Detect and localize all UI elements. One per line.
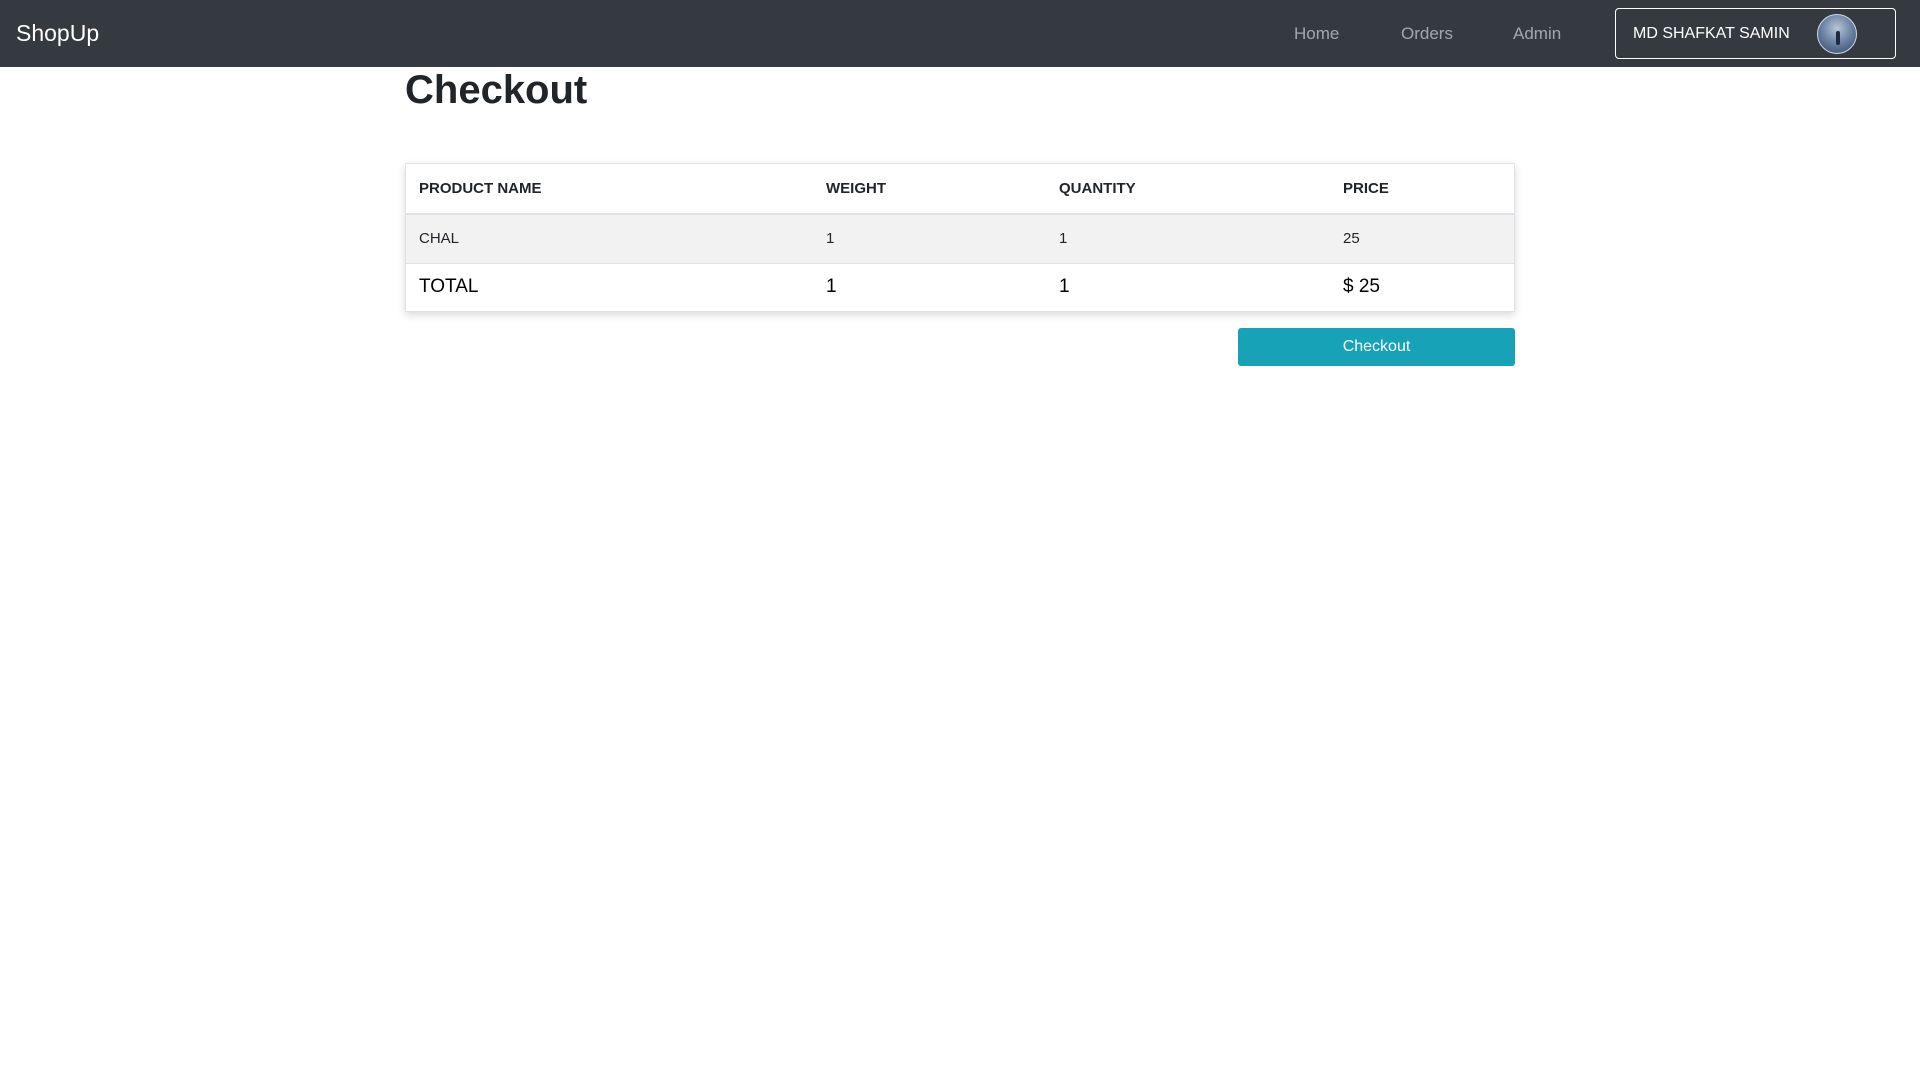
checkout-table: PRODUCT NAME WEIGHT QUANTITY PRICE CHAL … [406, 164, 1514, 311]
avatar [1817, 14, 1857, 54]
avatar-figure [1836, 31, 1840, 45]
column-header-price: PRICE [1343, 180, 1389, 197]
nav-link-orders[interactable]: Orders [1401, 24, 1453, 44]
checkout-table-card: PRODUCT NAME WEIGHT QUANTITY PRICE CHAL … [405, 163, 1515, 312]
total-quantity: 1 [1059, 276, 1070, 298]
total-weight: 1 [826, 276, 837, 298]
nav-link-admin[interactable]: Admin [1513, 24, 1561, 44]
quantity-cell: 1 [1059, 230, 1068, 248]
price-cell: 25 [1343, 230, 1360, 248]
table-header-row: PRODUCT NAME WEIGHT QUANTITY PRICE [406, 164, 1514, 214]
total-label: TOTAL [419, 276, 479, 298]
nav-link-home[interactable]: Home [1294, 24, 1339, 44]
user-name: MD SHAFKAT SAMIN [1633, 25, 1790, 42]
brand-logo[interactable]: ShopUp [16, 20, 99, 47]
top-navbar: ShopUp Home Orders Admin MD SHAFKAT SAMI… [0, 0, 1920, 67]
column-header-product-name: PRODUCT NAME [419, 180, 542, 197]
page-title: Checkout [405, 68, 588, 112]
total-row: TOTAL 1 1 $ 25 [406, 263, 1514, 311]
column-header-quantity: QUANTITY [1059, 180, 1136, 197]
table-row: CHAL 1 1 25 [406, 214, 1514, 263]
user-menu-button[interactable]: MD SHAFKAT SAMIN [1615, 8, 1896, 59]
column-header-weight: WEIGHT [826, 180, 886, 197]
weight-cell: 1 [826, 230, 835, 248]
product-name-cell: CHAL [419, 230, 460, 248]
checkout-button[interactable]: Checkout [1238, 328, 1515, 366]
total-price: $ 25 [1343, 276, 1380, 298]
